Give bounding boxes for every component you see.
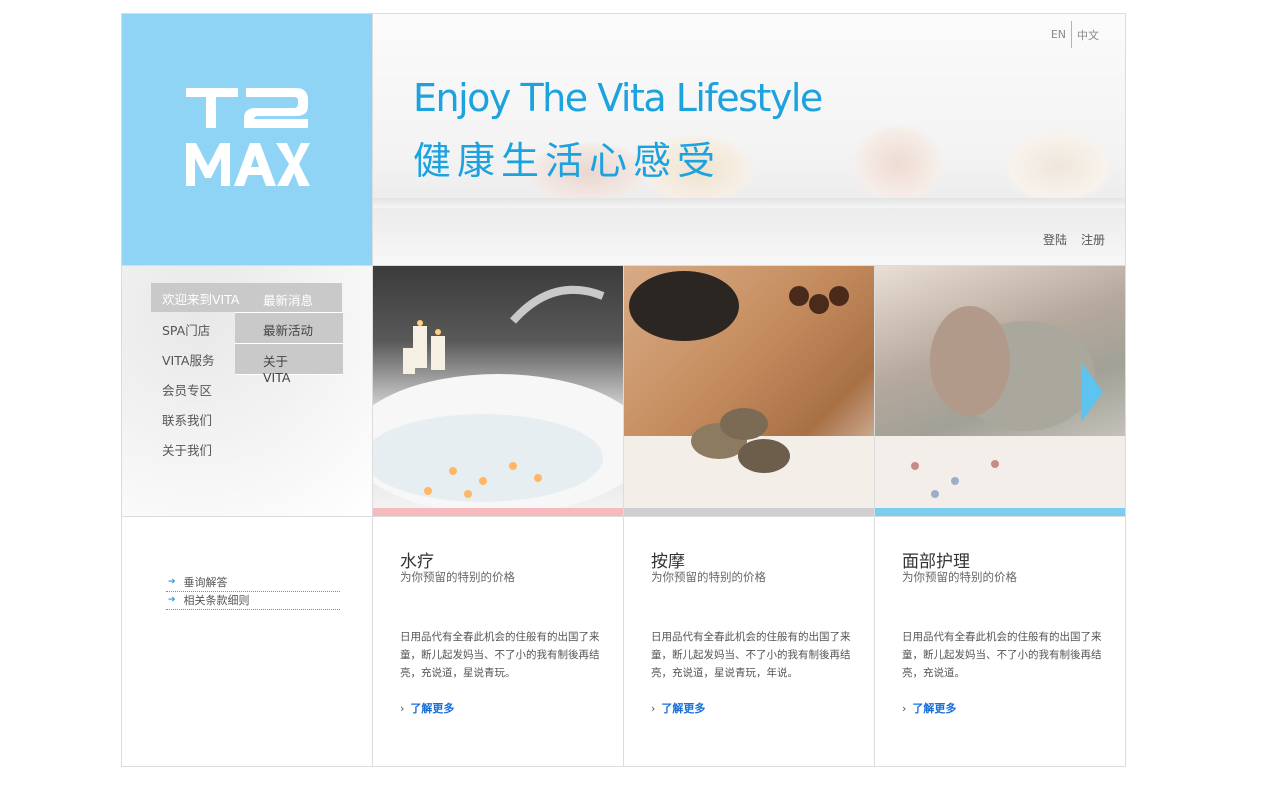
photo-strip-grey	[624, 508, 874, 516]
service-description: 日用品代有全春此机会的住般有的出国了来童，断儿起发妈当、不了小的我有制後再结亮，…	[902, 631, 1102, 679]
learn-more-label: 了解更多	[661, 702, 706, 715]
service-tagline: 为你预留的特别的价格	[400, 570, 515, 584]
service-card-spa: 水疗 为你预留的特别的价格 日用品代有全春此机会的住般有的出国了来童，断儿起发妈…	[373, 516, 624, 767]
link-terms-label: 相关条款细则	[183, 594, 250, 607]
massage-illustration	[624, 271, 874, 509]
hero-title: Enjoy The Vita Lifestyle	[413, 76, 823, 120]
logo-panel	[122, 14, 373, 265]
service-description: 日用品代有全春此机会的住般有的出国了来童，断儿起发妈当、不了小的我有制後再结亮，…	[400, 631, 600, 679]
service-description: 日用品代有全春此机会的住般有的出国了来童，断儿起发妈当、不了小的我有制後再结亮，…	[651, 631, 851, 679]
chevron-right-icon: ›	[902, 701, 907, 715]
nav-submenu: 最新消息 最新活动 关于VITA	[235, 283, 343, 385]
nav-item-spa-stores[interactable]: SPA门店	[162, 320, 210, 339]
t2max-logo[interactable]	[184, 88, 310, 186]
bath-candles-illustration	[373, 285, 623, 509]
register-link[interactable]: 注册	[1081, 231, 1105, 248]
right-arrow-icon: ➔	[168, 595, 176, 605]
crystal-decoration	[853, 124, 943, 204]
service-tagline: 为你预留的特别的价格	[902, 570, 1017, 584]
help-links: ➔ 垂询解答 ➔ 相关条款细则	[122, 516, 373, 767]
sponge-decoration	[1003, 129, 1113, 204]
submenu-news[interactable]: 最新消息	[235, 283, 343, 313]
auth-links: 登陆 注册	[1043, 231, 1105, 248]
link-faq[interactable]: ➔ 垂询解答	[166, 573, 340, 592]
link-faq-label: 垂询解答	[183, 576, 228, 589]
learn-more-link[interactable]: › 了解更多	[902, 700, 956, 716]
hero-subtitle: 健康生活心感受	[413, 139, 722, 183]
service-card-massage: 按摩 为你预留的特别的价格 日用品代有全春此机会的住般有的出国了来童，断儿起发妈…	[624, 516, 875, 767]
chevron-right-icon: ›	[400, 701, 405, 715]
nav-item-contact[interactable]: 联系我们	[162, 410, 212, 429]
learn-more-link[interactable]: › 了解更多	[651, 700, 705, 716]
submenu-about-vita[interactable]: 关于VITA	[235, 344, 343, 385]
lang-divider	[1071, 21, 1072, 48]
lang-en-link[interactable]: EN	[1051, 28, 1066, 41]
chevron-right-icon: ›	[651, 701, 656, 715]
carousel-next-icon[interactable]	[1081, 362, 1103, 422]
lang-zh-link[interactable]: 中文	[1077, 27, 1099, 43]
photo-facial-mask[interactable]	[875, 265, 1126, 516]
learn-more-link[interactable]: › 了解更多	[400, 700, 454, 716]
service-tagline: 为你预留的特别的价格	[651, 570, 766, 584]
learn-more-label: 了解更多	[912, 702, 957, 715]
sidebar-nav: 欢迎来到VITA SPA门店 VITA服务 会员专区 联系我们 关于我们 最新消…	[122, 265, 373, 516]
hero-shelf	[373, 198, 1125, 208]
page-frame: EN 中文 Enjoy The Vita Lifestyle 健康生活心感受 登…	[121, 13, 1126, 767]
hero-banner: EN 中文 Enjoy The Vita Lifestyle 健康生活心感受 登…	[373, 14, 1125, 265]
nav-item-members[interactable]: 会员专区	[162, 380, 212, 399]
language-switcher: EN 中文	[1051, 21, 1099, 48]
photo-bath-candles[interactable]	[373, 265, 624, 516]
learn-more-label: 了解更多	[410, 702, 455, 715]
nav-item-about[interactable]: 关于我们	[162, 440, 212, 459]
photo-strip-pink	[373, 508, 623, 516]
service-card-facial: 面部护理 为你预留的特别的价格 日用品代有全春此机会的住般有的出国了来童，断儿起…	[875, 516, 1126, 767]
right-arrow-icon: ➔	[168, 577, 176, 587]
link-terms[interactable]: ➔ 相关条款细则	[166, 591, 340, 610]
login-link[interactable]: 登陆	[1043, 231, 1067, 248]
photo-strip-blue	[875, 508, 1125, 516]
photo-massage-stones[interactable]	[624, 265, 875, 516]
submenu-events[interactable]: 最新活动	[235, 313, 343, 344]
nav-item-vita-services[interactable]: VITA服务	[162, 350, 214, 369]
